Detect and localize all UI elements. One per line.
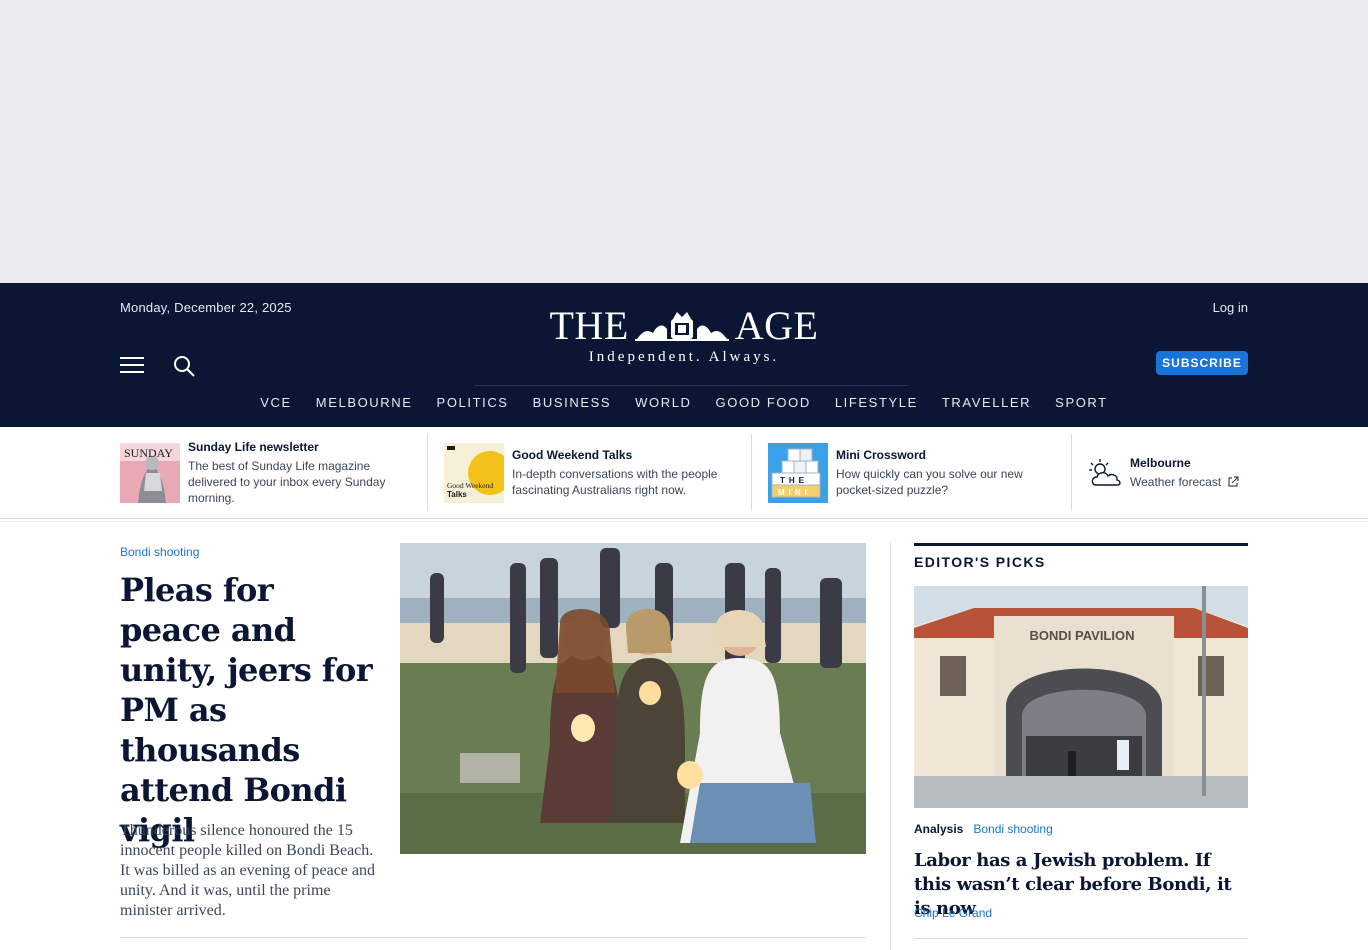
divider (120, 937, 866, 938)
promo-sunday-life[interactable]: SUNDAY Sunday Life newsletter The best o… (120, 434, 428, 511)
logo-text-age: AGE (734, 303, 819, 348)
header-date: Monday, December 22, 2025 (120, 300, 292, 315)
column-divider (890, 543, 891, 950)
nav-item-traveller[interactable]: TRAVELLER (930, 395, 1043, 410)
weather-city: Melbourne (1130, 455, 1191, 470)
analysis-tag: Analysis (914, 822, 964, 836)
logo-text-the: THE (549, 303, 629, 348)
divider (0, 521, 1368, 522)
section-rule (914, 543, 1248, 546)
site-logo[interactable]: THE AGE Independent. Always. (528, 305, 840, 366)
mini-crossword-thumbnail: THE MINI (768, 442, 828, 503)
promo-description: The best of Sunday Life magazine deliver… (188, 458, 386, 505)
divider (914, 938, 1248, 939)
menu-icon[interactable] (120, 357, 144, 375)
svg-text:Talks: Talks (447, 490, 467, 499)
promo-bar: SUNDAY Sunday Life newsletter The best o… (120, 434, 1248, 511)
nav-item-business[interactable]: BUSINESS (521, 395, 624, 410)
nav-item-lifestyle[interactable]: LIFESTYLE (823, 395, 930, 410)
divider (0, 518, 1368, 519)
story-tags: Analysis Bondi shooting (914, 822, 1053, 836)
external-link-icon (1228, 475, 1239, 487)
promo-mini-crossword[interactable]: THE MINI Mini Crossword How quickly can … (752, 434, 1072, 511)
nav-item-vce[interactable]: VCE (248, 395, 304, 410)
partly-cloudy-icon (1089, 458, 1121, 486)
search-icon[interactable] (172, 354, 196, 378)
promo-title: Mini Crossword (836, 447, 927, 462)
nav-item-melbourne[interactable]: MELBOURNE (304, 395, 425, 410)
editors-pick-photo[interactable]: BONDI PAVILION (914, 586, 1248, 808)
author-link[interactable]: Chip Le Grand (914, 906, 992, 920)
sunday-life-thumbnail: SUNDAY (120, 442, 180, 503)
nav-divider (474, 385, 908, 386)
editors-picks-heading: EDITOR'S PICKS (914, 554, 1046, 570)
lead-story-kicker[interactable]: Bondi shooting (120, 545, 199, 559)
nav-item-world[interactable]: WORLD (623, 395, 703, 410)
promo-description: In-depth conversations with the people f… (512, 466, 718, 497)
lead-story-photo[interactable] (400, 543, 866, 854)
nav-item-politics[interactable]: POLITICS (425, 395, 521, 410)
topic-tag[interactable]: Bondi shooting (973, 822, 1052, 836)
svg-text:Good Weekend: Good Weekend (447, 481, 493, 490)
lead-story-headline[interactable]: Pleas for peace and unity, jeers for PM … (120, 570, 382, 850)
good-weekend-talks-thumbnail: Good Weekend Talks (444, 442, 504, 503)
subscribe-button[interactable]: SUBSCRIBE (1156, 351, 1248, 375)
nav-item-good-food[interactable]: GOOD FOOD (704, 395, 823, 410)
coat-of-arms-icon (634, 312, 729, 341)
weather-forecast-link[interactable]: Weather forecast (1130, 474, 1239, 490)
svg-text:SUNDAY: SUNDAY (124, 446, 173, 460)
masthead: Monday, December 22, 2025 Log in THE AGE… (0, 283, 1368, 427)
advertisement-placeholder (0, 0, 1368, 283)
logo-tagline: Independent. Always. (588, 349, 780, 365)
svg-text:MINI: MINI (778, 488, 811, 497)
svg-text:THE: THE (780, 476, 808, 485)
promo-title: Sunday Life newsletter (188, 439, 319, 454)
section-nav: VCE MELBOURNE POLITICS BUSINESS WORLD GO… (0, 395, 1368, 410)
promo-title: Good Weekend Talks (512, 447, 633, 462)
login-link[interactable]: Log in (1213, 300, 1248, 315)
promo-description: How quickly can you solve our new pocket… (836, 466, 1023, 497)
nav-item-sport[interactable]: SPORT (1043, 395, 1120, 410)
weather-widget[interactable]: Melbourne Weather forecast (1072, 434, 1239, 511)
svg-text:BONDI PAVILION: BONDI PAVILION (1030, 628, 1135, 643)
promo-good-weekend-talks[interactable]: Good Weekend Talks Good Weekend Talks In… (428, 434, 752, 511)
weather-forecast-label: Weather forecast (1130, 474, 1222, 489)
lead-story-standfirst: Thunderous silence honoured the 15 innoc… (120, 822, 376, 919)
